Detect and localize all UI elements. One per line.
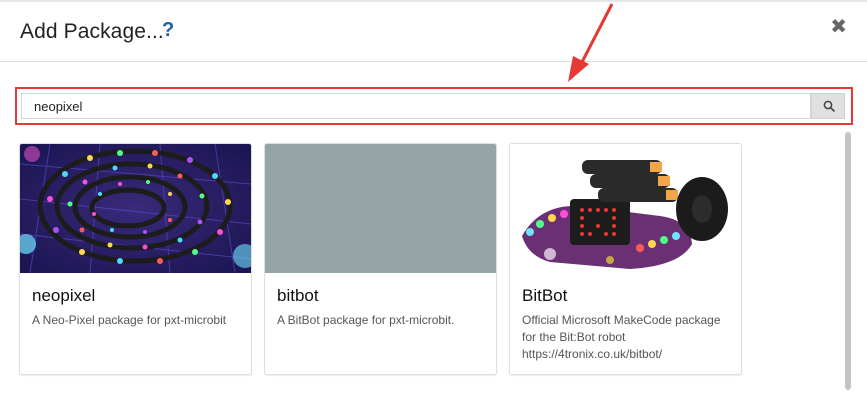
dialog-header: Add Package... ? ✖ (0, 0, 867, 62)
package-card-bitbot[interactable]: bitbot A BitBot package for pxt-microbit… (264, 143, 497, 375)
search-icon (823, 100, 835, 112)
package-description: A Neo-Pixel package for pxt-microbit (32, 313, 227, 327)
bitbot-robot-image (510, 144, 741, 273)
package-name: neopixel (32, 286, 96, 305)
package-description: Official Microsoft MakeCode package for … (522, 313, 721, 361)
help-icon[interactable]: ? (162, 19, 174, 42)
package-card-neopixel[interactable]: neopixel A Neo-Pixel package for pxt-mic… (19, 143, 252, 375)
search-button[interactable] (811, 93, 845, 119)
dialog-title: Add Package... (20, 20, 164, 43)
package-name: bitbot (277, 286, 319, 305)
close-icon[interactable]: ✖ (830, 14, 847, 39)
add-package-dialog: Add Package... ? ✖ neopixel neopixel A N… (0, 0, 867, 408)
package-name: BitBot (522, 286, 568, 305)
search-highlight-frame (15, 87, 853, 125)
search-input[interactable] (21, 93, 811, 119)
neopixel-image (20, 144, 251, 273)
bitbot-placeholder-image (265, 144, 496, 273)
scrollbar-thumb[interactable] (845, 132, 851, 390)
package-card-bitbot-official[interactable]: BitBot Official Microsoft MakeCode packa… (509, 143, 742, 375)
package-description: A BitBot package for pxt-microbit. (277, 313, 455, 327)
